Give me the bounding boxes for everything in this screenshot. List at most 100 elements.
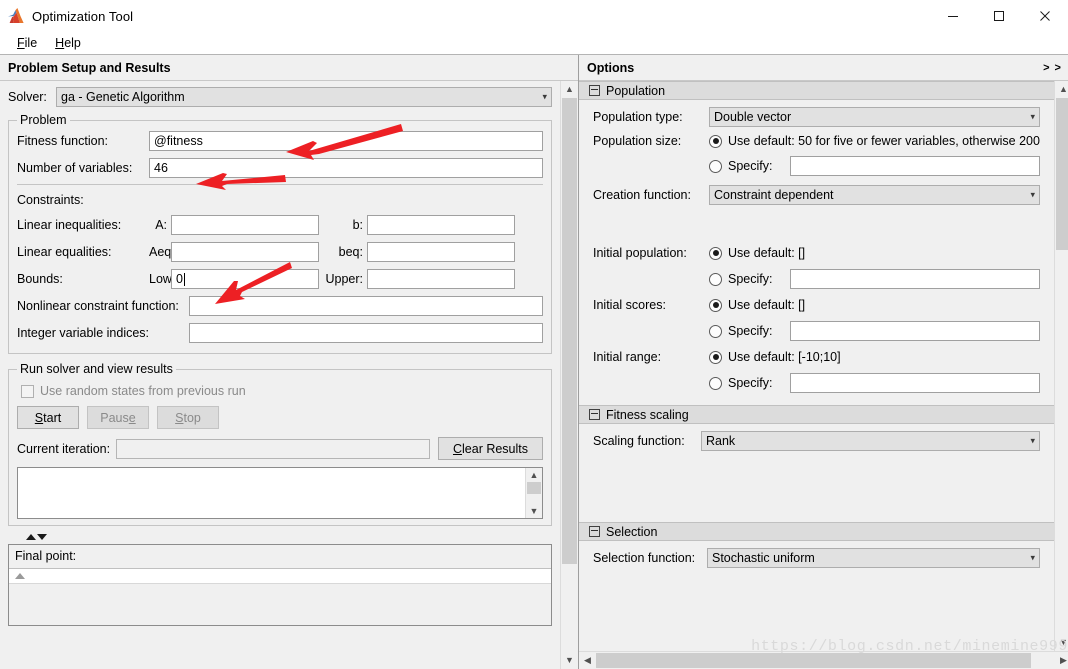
population-size-default-radio[interactable]	[709, 134, 722, 148]
creation-function-value: Constraint dependent	[714, 188, 834, 202]
left-scroll-down-button[interactable]: ▼	[561, 652, 578, 669]
results-scroll-down-button[interactable]: ▼	[526, 504, 542, 518]
current-iteration-input[interactable]	[116, 438, 430, 459]
creation-function-select[interactable]: Constraint dependent	[709, 185, 1040, 205]
options-title: Options	[587, 60, 635, 75]
pause-button[interactable]: Pause	[87, 406, 149, 429]
options-expander-button[interactable]: > >	[1043, 62, 1062, 74]
initial-range-specify-radio[interactable]	[709, 376, 722, 390]
options-scroll-thumb[interactable]	[1055, 98, 1068, 250]
menu-bar: File Help	[0, 32, 1068, 55]
use-random-states-row[interactable]: Use random states from previous run	[21, 384, 543, 398]
fitness-function-value: @fitness	[154, 134, 203, 148]
population-size-specify-input[interactable]	[790, 156, 1040, 176]
upper-bound-input[interactable]	[367, 269, 515, 289]
stop-button[interactable]: Stop	[157, 406, 219, 429]
population-size-specify-label: Specify:	[728, 159, 773, 173]
lower-bound-input[interactable]: 0	[171, 269, 319, 289]
integer-variable-indices-input[interactable]	[189, 323, 543, 343]
lower-bound-value: 0	[176, 272, 183, 286]
collapse-minus-icon[interactable]	[589, 409, 600, 420]
options-scroll-up-button[interactable]: ▲	[1054, 81, 1068, 98]
section-header-population[interactable]: Population	[579, 81, 1054, 100]
solver-buttons-row: Start Pause Stop	[17, 406, 543, 429]
final-point-label: Final point:	[9, 545, 551, 569]
problem-setup-title: Problem Setup and Results	[8, 60, 171, 75]
final-point-body[interactable]	[9, 569, 551, 625]
results-scroll-up-button[interactable]: ▲	[526, 468, 542, 482]
options-hscroll-thumb[interactable]	[596, 653, 1031, 668]
use-random-states-checkbox[interactable]	[21, 384, 34, 398]
results-scrollbar[interactable]: ▲ ▼	[525, 468, 542, 518]
matrix-a-label: A:	[155, 218, 167, 232]
population-size-specify-radio[interactable]	[709, 159, 722, 173]
initial-population-specify-input[interactable]	[790, 269, 1040, 289]
splitter-up-icon[interactable]	[26, 533, 36, 540]
options-hscroll-left-button[interactable]: ◀	[579, 652, 596, 669]
final-point-panel: Final point:	[8, 544, 552, 626]
initial-scores-label: Initial scores:	[593, 298, 666, 312]
close-button[interactable]	[1022, 0, 1068, 32]
initial-scores-default-row: Initial scores: Use default: []	[579, 298, 1054, 312]
main-split: Problem Setup and Results Solver: ga - G…	[0, 55, 1068, 669]
fitness-function-row: Fitness function: @fitness	[17, 131, 543, 151]
window-title: Optimization Tool	[32, 8, 134, 24]
population-type-select[interactable]: Double vector	[709, 107, 1040, 127]
vector-beq-input[interactable]	[367, 242, 515, 262]
results-scroll-track[interactable]	[526, 482, 542, 504]
section-title-fitness-scaling: Fitness scaling	[606, 407, 689, 422]
vector-b-input[interactable]	[367, 215, 515, 235]
nonlinear-constraint-input[interactable]	[189, 296, 543, 316]
left-scroll-track[interactable]	[561, 98, 578, 652]
solver-select[interactable]: ga - Genetic Algorithm	[56, 87, 552, 107]
menu-help[interactable]: Help	[46, 34, 90, 52]
initial-range-specify-label: Specify:	[728, 376, 773, 390]
minimize-button[interactable]	[930, 0, 976, 32]
section-title-population: Population	[606, 83, 666, 98]
clear-results-button[interactable]: Clear Results	[438, 437, 543, 460]
results-textarea[interactable]: ▲ ▼	[17, 467, 543, 519]
initial-population-default-row: Initial population: Use default: []	[579, 246, 1054, 260]
initial-population-specify-radio[interactable]	[709, 272, 722, 286]
start-button[interactable]: Start	[17, 406, 79, 429]
maximize-button[interactable]	[976, 0, 1022, 32]
fitness-function-input[interactable]: @fitness	[149, 131, 543, 151]
menu-file[interactable]: File	[8, 34, 46, 52]
optimization-tool-window: Optimization Tool File Help Problem Setu…	[0, 0, 1068, 669]
left-scroll-up-button[interactable]: ▲	[561, 81, 578, 98]
initial-range-default-radio[interactable]	[709, 350, 722, 364]
initial-scores-default-radio[interactable]	[709, 298, 722, 312]
options-hscrollbar[interactable]: ◀ ▶	[579, 651, 1068, 669]
pane-splitter-controls[interactable]	[12, 530, 552, 543]
matlab-membrane-icon	[7, 7, 25, 25]
matrix-a-input[interactable]	[171, 215, 319, 235]
section-header-selection[interactable]: Selection	[579, 522, 1054, 541]
splitter-down-icon[interactable]	[37, 533, 47, 540]
number-of-variables-input[interactable]: 46	[149, 158, 543, 178]
initial-population-specify-row: Specify:	[579, 269, 1054, 289]
left-pane-scrollbar[interactable]: ▲ ▼	[560, 81, 578, 669]
section-header-fitness-scaling[interactable]: Fitness scaling	[579, 405, 1054, 424]
linear-equalities-row: Linear equalities: Aeq: beq:	[17, 242, 543, 262]
collapse-minus-icon[interactable]	[589, 526, 600, 537]
selection-function-select[interactable]: Stochastic uniform	[707, 548, 1040, 568]
initial-population-default-radio[interactable]	[709, 246, 722, 260]
scaling-function-select[interactable]: Rank	[701, 431, 1040, 451]
initial-range-specify-input[interactable]	[790, 373, 1040, 393]
matrix-aeq-input[interactable]	[171, 242, 319, 262]
options-hscroll-right-button[interactable]: ▶	[1055, 652, 1068, 669]
initial-scores-specify-input[interactable]	[790, 321, 1040, 341]
constraints-label: Constraints:	[17, 193, 84, 207]
options-hscroll-track[interactable]	[596, 652, 1055, 669]
final-point-sort-icon	[15, 573, 25, 579]
initial-population-default-text: Use default: []	[728, 246, 806, 260]
initial-scores-specify-label: Specify:	[728, 324, 773, 338]
collapse-minus-icon[interactable]	[589, 85, 600, 96]
initial-scores-specify-radio[interactable]	[709, 324, 722, 338]
options-scroll-down-button[interactable]: ▼	[1054, 634, 1068, 651]
options-scrollbar[interactable]: ▲ ▼	[1053, 81, 1068, 651]
number-of-variables-label: Number of variables:	[17, 161, 133, 175]
results-scroll-thumb[interactable]	[527, 482, 541, 494]
left-scroll-thumb[interactable]	[562, 98, 577, 564]
options-scroll-track[interactable]	[1054, 98, 1068, 634]
